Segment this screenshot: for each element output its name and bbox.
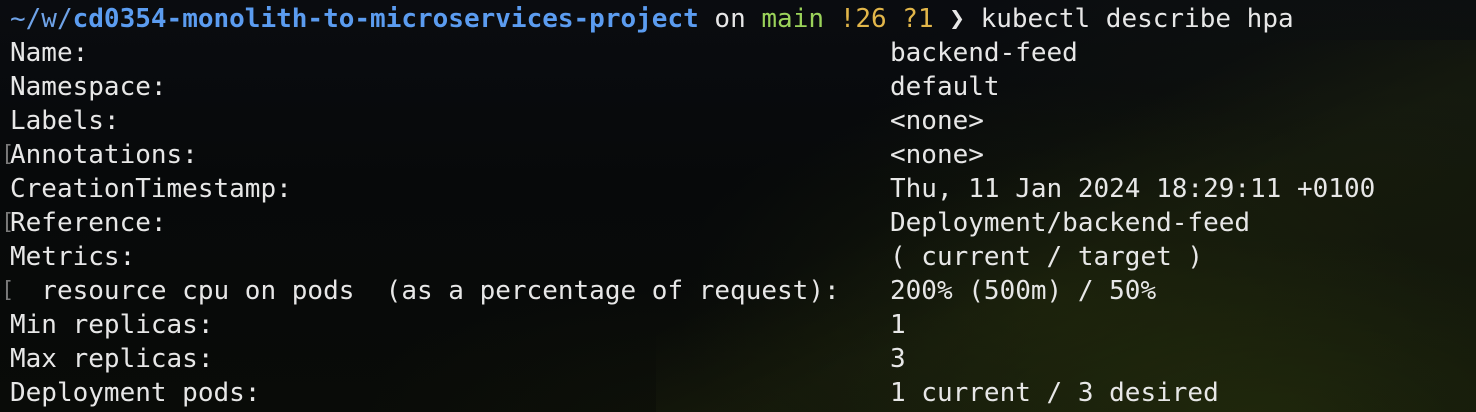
output-key: Annotations:	[10, 140, 198, 170]
prompt-line: ~/w/cd0354-monolith-to-microservices-pro…	[10, 2, 1294, 36]
output-key: Reference:	[10, 208, 167, 238]
output-value: Thu, 11 Jan 2024 18:29:11 +0100	[890, 174, 1376, 204]
prompt-directory: cd0354-monolith-to-microservices-project	[72, 4, 699, 34]
terminal-window[interactable]: ~/w/cd0354-monolith-to-microservices-pro…	[0, 0, 1476, 412]
prompt-path-prefix: ~/w/	[10, 4, 73, 34]
output-value: backend-feed	[890, 38, 1078, 68]
output-key: Metrics:	[10, 242, 136, 272]
output-value: 3	[890, 344, 906, 374]
output-value: 1 current / 3 desired	[890, 378, 1219, 408]
output-key: CreationTimestamp:	[10, 174, 292, 204]
prompt-git-status: !26 ?1	[839, 4, 934, 34]
output-value: <none>	[890, 106, 984, 136]
prompt-chevron-icon: ❯	[949, 4, 965, 34]
output-key: Namespace:	[10, 72, 167, 102]
output-key: resource cpu on pods (as a percentage of…	[10, 276, 840, 306]
output-key: Deployment pods:	[10, 378, 261, 408]
command-text: kubectl describe hpa	[980, 4, 1294, 34]
output-key: Labels:	[10, 106, 120, 136]
output-value: Deployment/backend-feed	[890, 208, 1251, 238]
output-value: <none>	[890, 140, 984, 170]
output-key: Name:	[10, 38, 89, 68]
output-key: Max replicas:	[10, 344, 214, 374]
output-value: 200% (500m) / 50%	[890, 276, 1157, 306]
output-key: Min replicas:	[10, 310, 214, 340]
output-value: 1	[890, 310, 906, 340]
prompt-branch: main	[761, 4, 825, 34]
output-value: default	[890, 72, 1000, 102]
output-value: ( current / target )	[890, 242, 1204, 272]
prompt-on-word: on	[714, 4, 746, 34]
